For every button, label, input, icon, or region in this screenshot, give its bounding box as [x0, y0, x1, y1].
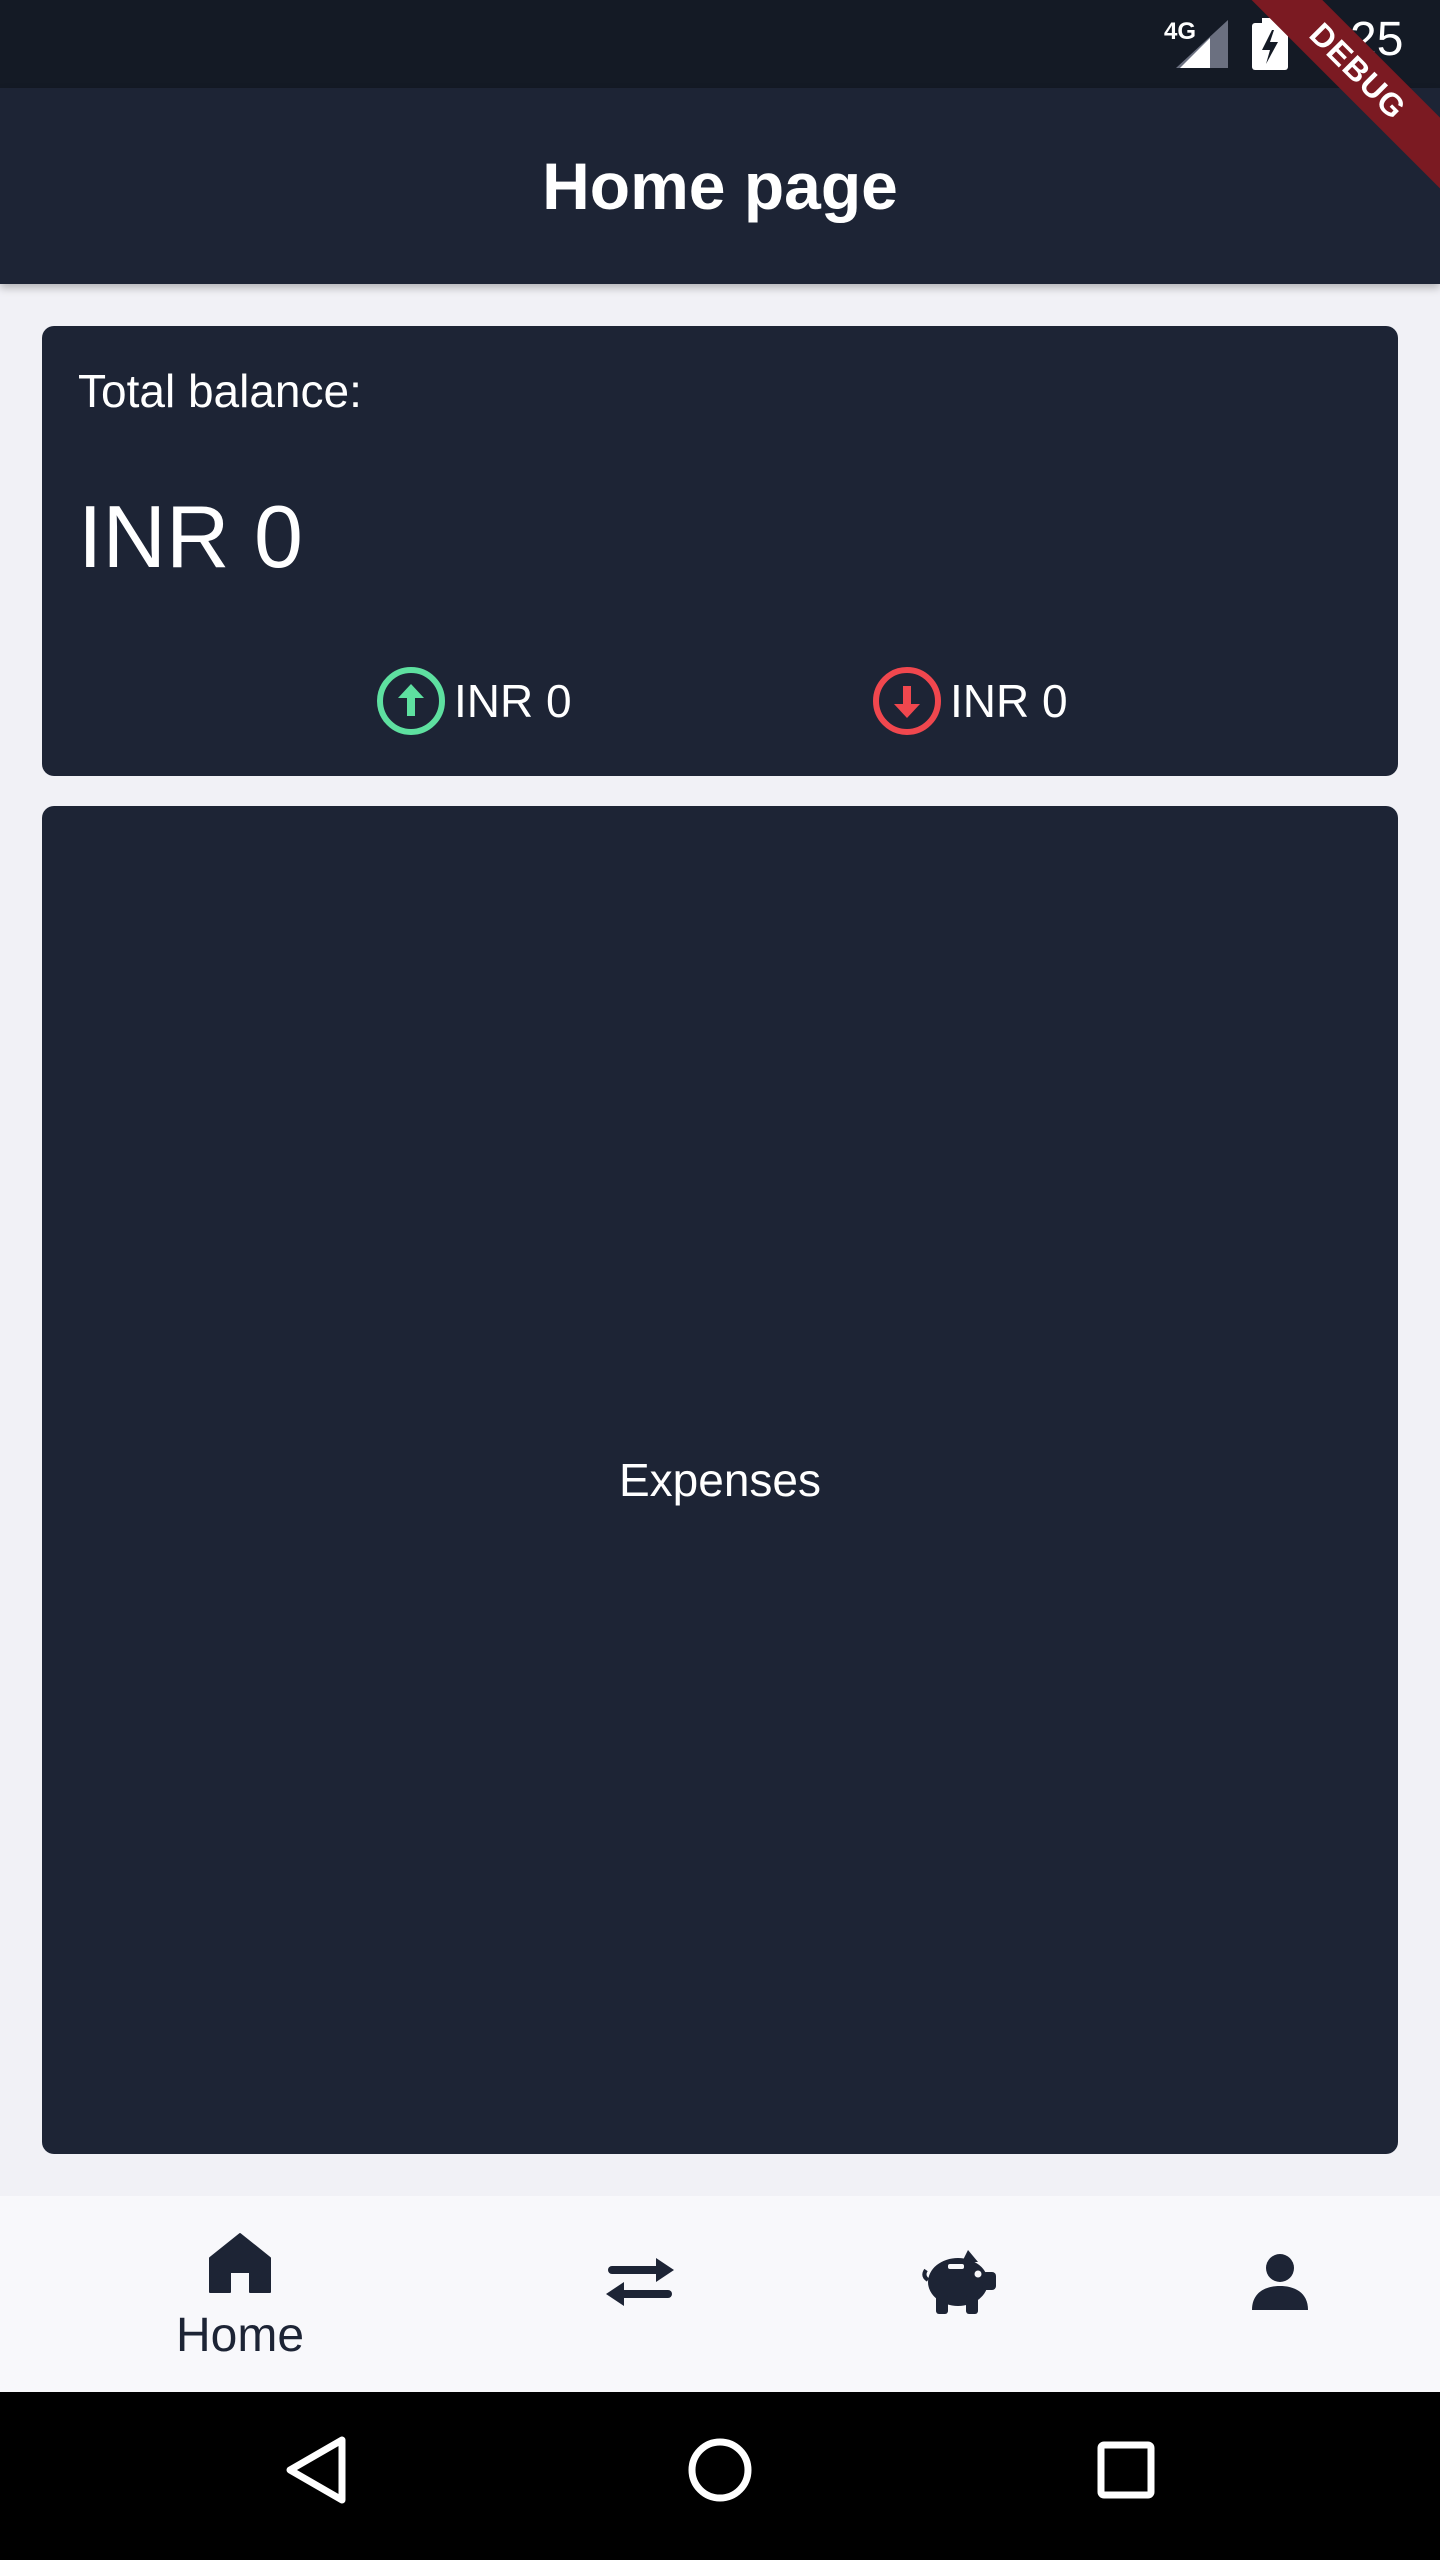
back-icon[interactable] — [284, 2434, 348, 2506]
total-balance-value: INR 0 — [78, 487, 303, 586]
expense-summary: INR 0 — [872, 666, 1068, 736]
page-title: Home page — [542, 149, 898, 223]
status-bar: 4G 8:25 — [0, 0, 1440, 88]
signal-icon — [1176, 20, 1228, 68]
income-amount: INR 0 — [454, 675, 572, 727]
expense-amount: INR 0 — [950, 675, 1068, 727]
home-circle-icon[interactable] — [686, 2436, 754, 2504]
system-navigation-bar — [0, 2392, 1440, 2560]
bottom-navigation: Home — [0, 2196, 1440, 2392]
balance-card: Total balance: INR 0 INR 0 INR 0 — [42, 326, 1398, 776]
home-icon — [209, 2233, 271, 2293]
expenses-card[interactable]: Expenses — [42, 806, 1398, 2154]
nav-home-label: Home — [175, 2309, 305, 2362]
income-summary: INR 0 — [376, 666, 572, 736]
nav-item-home[interactable]: Home — [80, 2196, 400, 2392]
screen: 4G 8:25 DEBUG Home page Total balance: I… — [0, 0, 1440, 2560]
transfer-icon — [606, 2258, 674, 2306]
piggy-bank-icon — [922, 2250, 996, 2314]
expenses-label: Expenses — [618, 1454, 821, 1506]
nav-item-profile[interactable] — [1120, 2196, 1440, 2392]
nav-item-transfer[interactable] — [480, 2196, 800, 2392]
app-bar: Home page — [0, 88, 1440, 284]
nav-item-savings[interactable] — [800, 2196, 1120, 2392]
recents-icon[interactable] — [1096, 2440, 1156, 2500]
total-balance-label: Total balance: — [78, 365, 362, 417]
person-icon — [1252, 2254, 1308, 2310]
arrow-up-circle-icon — [377, 667, 445, 735]
arrow-down-circle-icon — [873, 667, 941, 735]
